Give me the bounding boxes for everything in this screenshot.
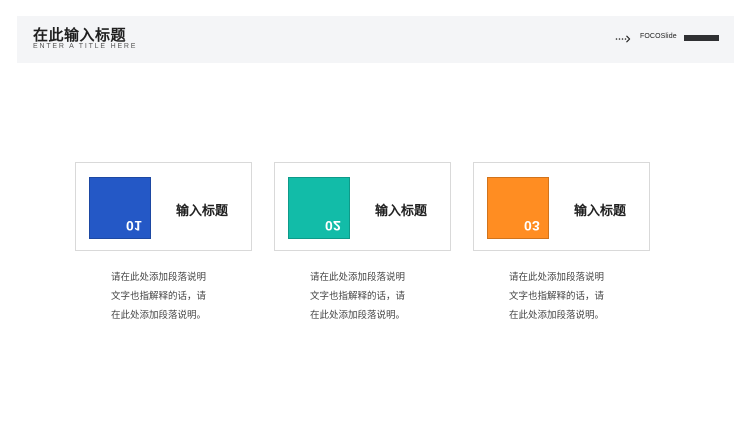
description-line: 请在此处添加段落说明 bbox=[509, 272, 605, 283]
card-title-3: 输入标题 bbox=[574, 203, 627, 218]
description-line: 文字也指解释的话，请 bbox=[310, 291, 406, 302]
description-line: 请在此处添加段落说明 bbox=[111, 272, 207, 283]
card-description-1: 请在此处添加段落说明 文字也指解释的话，请 在此处添加段落说明。 bbox=[111, 268, 221, 325]
brand-bar bbox=[684, 35, 719, 41]
page-subtitle: ENTER A TITLE HERE bbox=[33, 43, 138, 50]
header-bar: 在此输入标题 ENTER A TITLE HERE FOCOSlide bbox=[17, 16, 734, 63]
card-color-block-1: 01 bbox=[89, 177, 151, 239]
description-line: 请在此处添加段落说明 bbox=[310, 272, 406, 283]
card-number-1: 01 bbox=[126, 218, 142, 234]
card-color-block-2: 02 bbox=[288, 177, 350, 239]
feature-card-1: 01 输入标题 bbox=[75, 162, 252, 251]
description-line: 在此处添加段落说明。 bbox=[310, 310, 406, 321]
brand-text: FOCOSlide bbox=[640, 33, 677, 40]
card-number-2: 02 bbox=[325, 218, 341, 234]
description-line: 在此处添加段落说明。 bbox=[111, 310, 207, 321]
description-line: 在此处添加段落说明。 bbox=[509, 310, 605, 321]
feature-card-2: 02 输入标题 bbox=[274, 162, 451, 251]
feature-card-3: 03 输入标题 bbox=[473, 162, 650, 251]
page-title: 在此输入标题 bbox=[33, 27, 127, 44]
arrow-right-icon bbox=[615, 35, 631, 43]
card-description-2: 请在此处添加段落说明 文字也指解释的话，请 在此处添加段落说明。 bbox=[310, 268, 420, 325]
description-line: 文字也指解释的话，请 bbox=[509, 291, 605, 302]
description-line: 文字也指解释的话，请 bbox=[111, 291, 207, 302]
card-color-block-3: 03 bbox=[487, 177, 549, 239]
card-title-1: 输入标题 bbox=[176, 203, 229, 218]
card-number-3: 03 bbox=[524, 218, 540, 234]
card-title-2: 输入标题 bbox=[375, 203, 428, 218]
card-description-3: 请在此处添加段落说明 文字也指解释的话，请 在此处添加段落说明。 bbox=[509, 268, 619, 325]
